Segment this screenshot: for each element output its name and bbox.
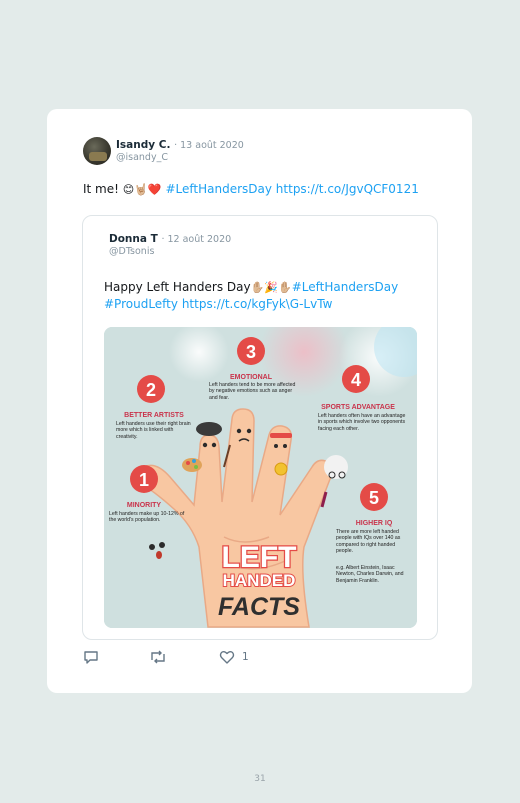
tweet-date[interactable]: · 13 août 2020 xyxy=(174,140,244,151)
heart-icon[interactable] xyxy=(219,649,235,665)
author-name-text[interactable]: Isandy C. xyxy=(116,139,170,151)
badge-2: 2 xyxy=(146,380,156,400)
fact-desc-1: Left handers make up 10-12% of the world… xyxy=(109,511,185,524)
tweet-emojis: 😊🤘🏼❤️ xyxy=(122,183,162,196)
hashtag-link[interactable]: #LeftHandersDay xyxy=(165,182,272,196)
quoted-text: Happy Left Handers Day✋🏼🎉✋🏼#LeftHandersD… xyxy=(104,279,434,312)
quoted-handle[interactable]: @DTsonis xyxy=(109,246,154,257)
fact-title-3: EMOTIONAL xyxy=(230,374,273,381)
quoted-text-prefix: Happy Left Handers Day xyxy=(104,280,251,294)
url-link[interactable]: https://t.co/JgvQCF0121 xyxy=(276,182,419,196)
quoted-author-name[interactable]: Donna T xyxy=(109,233,158,245)
quoted-author[interactable]: Donna T · 12 août 2020 xyxy=(109,233,231,245)
fact-desc-3: Left handers tend to be more affected by… xyxy=(209,382,296,401)
fact-title-1: MINORITY xyxy=(127,502,162,509)
quoted-date[interactable]: · 12 août 2020 xyxy=(161,234,231,245)
badge-5: 5 xyxy=(369,488,379,508)
fact-title-2: BETTER ARTISTS xyxy=(124,412,184,419)
author-name[interactable]: Isandy C. · 13 août 2020 xyxy=(116,139,244,151)
big-title-handed: HANDED xyxy=(223,571,296,590)
fact-desc-5b: e.g. Albert Einstein, Isaac Newton, Char… xyxy=(336,565,404,584)
badge-4: 4 xyxy=(351,370,361,390)
page-number: 31 xyxy=(254,774,266,784)
infographic-svg: 1 2 3 4 5 MINORITY BETTER ARTISTS EMOTIO… xyxy=(104,327,417,628)
fact-desc-4: Left handers often have an advantage in … xyxy=(318,413,406,432)
tweet-card: Isandy C. · 13 août 2020 @isandy_C It me… xyxy=(47,109,472,693)
fact-desc-2: Left handers use their right brain more … xyxy=(116,421,191,440)
quoted-hashtag-1[interactable]: #LeftHandersDay xyxy=(292,280,399,294)
quoted-tweet[interactable]: Donna T · 12 août 2020 @DTsonis Happy Le… xyxy=(82,215,438,640)
like-count: 1 xyxy=(242,651,249,663)
fact-title-4: SPORTS ADVANTAGE xyxy=(321,404,395,411)
fact-desc-5: There are more left handed people with I… xyxy=(336,529,401,555)
tweet-text: It me! 😊🤘🏼❤️ #LeftHandersDay https://t.c… xyxy=(83,182,419,196)
big-title: LEFT HANDED FACTS xyxy=(218,540,300,621)
quoted-emojis: ✋🏼🎉✋🏼 xyxy=(250,281,292,294)
quoted-url-link[interactable]: https://t.co/kgFyk\G-LvTw xyxy=(182,297,333,311)
badge-3: 3 xyxy=(246,342,256,362)
badge-1: 1 xyxy=(139,470,149,490)
big-title-facts: FACTS xyxy=(218,593,300,621)
quoted-hashtag-2[interactable]: #ProudLefty xyxy=(104,297,178,311)
infographic-image[interactable]: 1 2 3 4 5 MINORITY BETTER ARTISTS EMOTIO… xyxy=(104,327,417,628)
retweet-icon[interactable] xyxy=(149,649,167,665)
tweet-text-prefix: It me! xyxy=(83,182,123,196)
fact-title-5: HIGHER IQ xyxy=(356,520,393,527)
reply-icon[interactable] xyxy=(83,649,99,665)
author-handle[interactable]: @isandy_C xyxy=(116,152,168,163)
avatar[interactable] xyxy=(83,137,111,165)
big-title-left: LEFT xyxy=(222,541,297,574)
